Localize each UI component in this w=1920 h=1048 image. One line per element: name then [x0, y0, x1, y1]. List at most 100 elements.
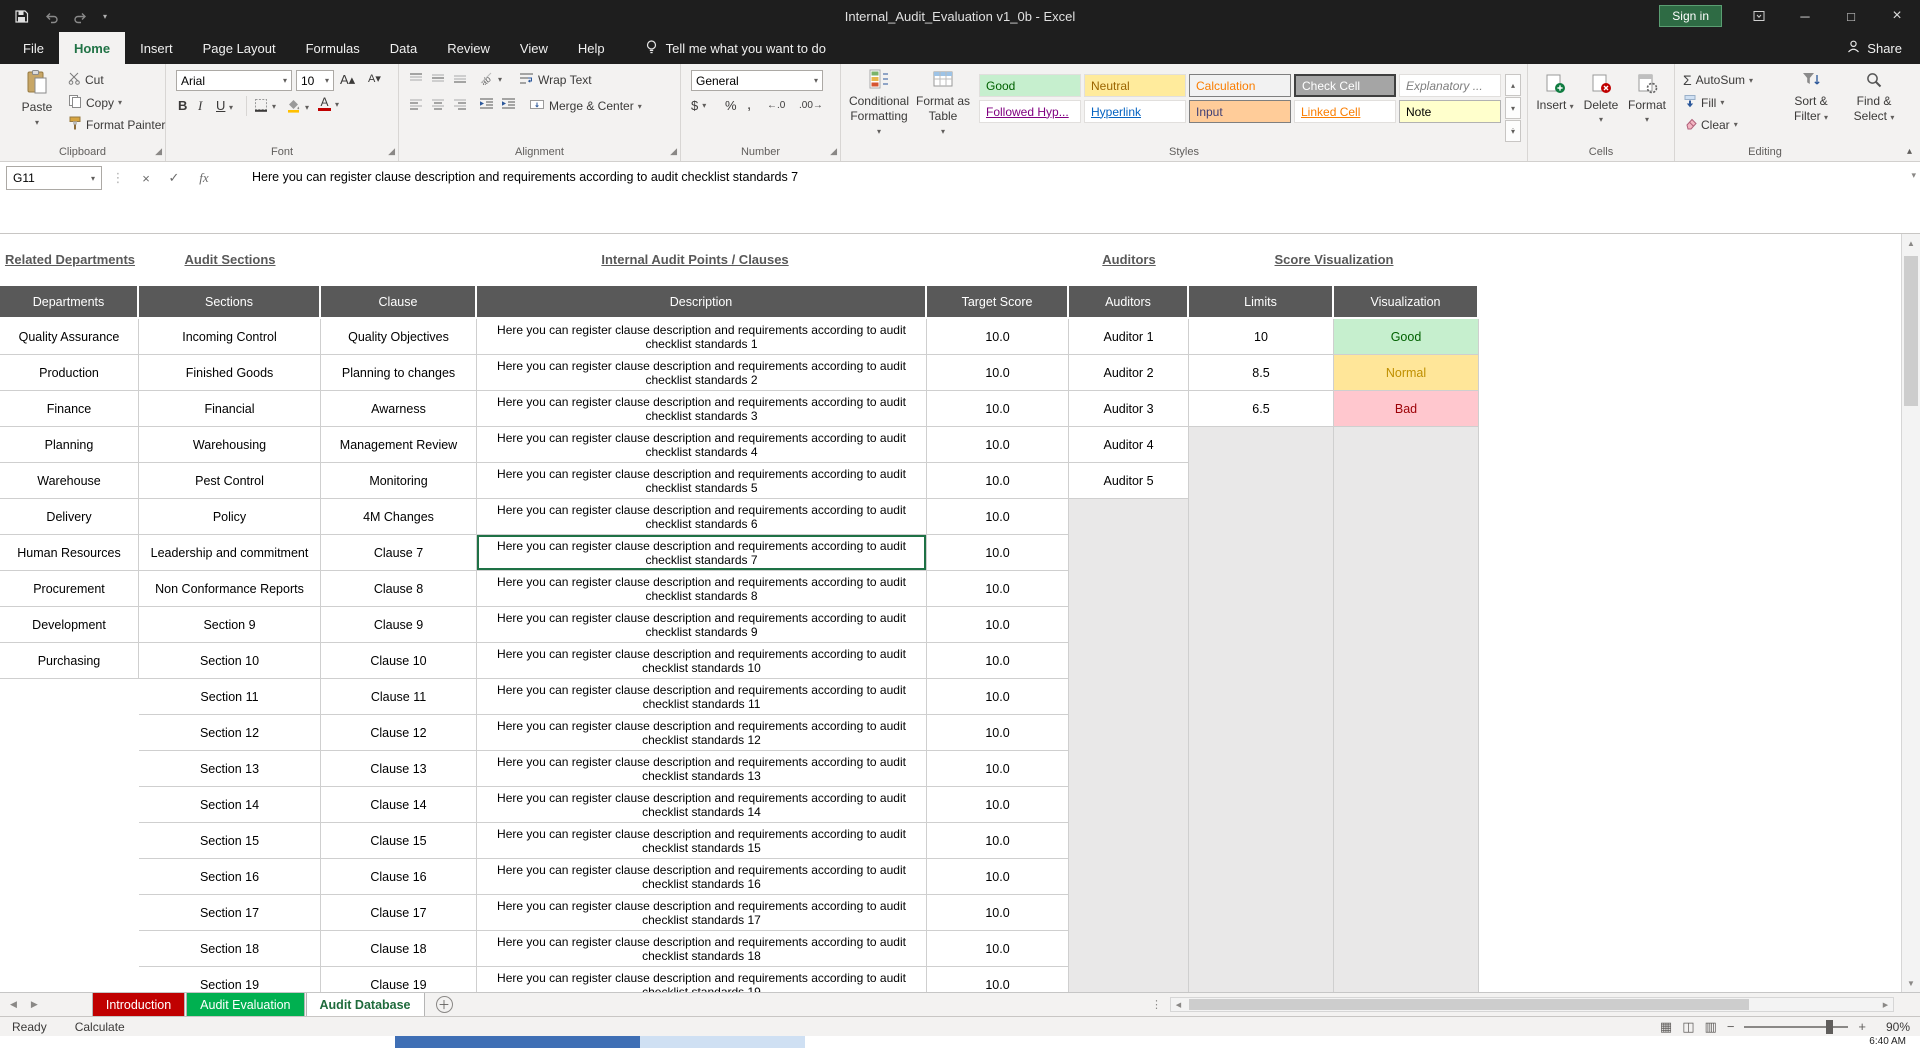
header-visualization[interactable]: Visualization [1334, 286, 1479, 319]
cell-style-swatch[interactable]: Note [1399, 100, 1501, 123]
target-score-cell[interactable]: 10.0 [927, 715, 1069, 751]
section-cell[interactable]: Section 9 [139, 607, 321, 643]
decrease-decimal-button[interactable]: .00→ [799, 100, 823, 111]
auditor-cell[interactable]: Auditor 1 [1069, 319, 1189, 355]
fill-button[interactable]: Fill ▾ [1683, 94, 1724, 111]
cell-style-swatch[interactable]: Explanatory ... [1399, 74, 1501, 97]
link-internal-audit-points[interactable]: Internal Audit Points / Clauses [601, 252, 788, 267]
section-cell[interactable]: Financial [139, 391, 321, 427]
sheet-tab[interactable]: Introduction [92, 993, 185, 1016]
auditor-cell[interactable]: Auditor 3 [1069, 391, 1189, 427]
share-button[interactable]: Share [1828, 32, 1920, 64]
gallery-scroll-up-icon[interactable]: ▴ [1505, 74, 1521, 96]
sheet-nav-right-icon[interactable]: ▶ [31, 999, 38, 1010]
description-cell[interactable]: Here you can register clause description… [477, 751, 927, 787]
clause-cell[interactable]: Management Review [321, 427, 477, 463]
header-auditors[interactable]: Auditors [1069, 286, 1189, 319]
section-cell[interactable]: Section 10 [139, 643, 321, 679]
section-cell[interactable]: Section 11 [139, 679, 321, 715]
visualization-cell[interactable]: Bad [1334, 391, 1479, 427]
view-normal-icon[interactable]: ▦ [1660, 1019, 1672, 1035]
align-center-icon[interactable] [431, 98, 445, 110]
section-cell[interactable]: Leadership and commitment [139, 535, 321, 571]
clause-cell[interactable]: Clause 10 [321, 643, 477, 679]
section-cell[interactable]: Section 18 [139, 931, 321, 967]
description-cell[interactable]: Here you can register clause description… [477, 967, 927, 992]
limit-cell[interactable]: 10 [1189, 319, 1334, 355]
zoom-in-icon[interactable]: + [1858, 1019, 1866, 1034]
sheet-tab[interactable]: Audit Evaluation [186, 993, 304, 1016]
tab-splitter-icon[interactable]: ⋮ [1151, 998, 1162, 1011]
name-box-splitter-icon[interactable]: ⋮ [106, 166, 130, 190]
number-format-dropdown-icon[interactable]: ▾ [814, 76, 818, 85]
borders-button[interactable]: ▾ [254, 98, 276, 115]
clause-cell[interactable]: Clause 14 [321, 787, 477, 823]
description-cell[interactable]: Here you can register clause description… [477, 571, 927, 607]
description-cell[interactable]: Here you can register clause description… [477, 643, 927, 679]
clause-cell[interactable]: Clause 16 [321, 859, 477, 895]
qat-customize-icon[interactable]: ▾ [103, 12, 107, 21]
maximize-button[interactable]: □ [1828, 0, 1874, 32]
scroll-right-icon[interactable]: ▶ [1878, 998, 1893, 1011]
target-score-cell[interactable]: 10.0 [927, 931, 1069, 967]
header-departments[interactable]: Departments [0, 286, 139, 319]
ribbon-display-options-icon[interactable] [1736, 0, 1782, 32]
clause-cell[interactable]: Clause 7 [321, 535, 477, 571]
autosum-dropdown-icon[interactable]: ▾ [1749, 76, 1753, 85]
fill-color-dropdown-icon[interactable]: ▾ [305, 103, 309, 112]
zoom-slider-thumb[interactable] [1826, 1020, 1833, 1034]
section-cell[interactable]: Section 19 [139, 967, 321, 992]
target-score-cell[interactable]: 10.0 [927, 427, 1069, 463]
cut-button[interactable]: Cut [68, 72, 104, 88]
horizontal-scrollbar[interactable]: ◀ ▶ [1170, 997, 1894, 1012]
insert-cells-button[interactable]: Insert ▾ [1534, 72, 1576, 113]
paste-dropdown-icon[interactable]: ▾ [35, 116, 39, 129]
ribbon-tab[interactable]: Page Layout [188, 32, 291, 64]
clause-cell[interactable]: Clause 13 [321, 751, 477, 787]
underline-button[interactable]: U [216, 98, 225, 113]
align-left-icon[interactable] [409, 98, 423, 110]
font-size-dropdown-icon[interactable]: ▾ [325, 76, 329, 85]
limit-cell[interactable]: 8.5 [1189, 355, 1334, 391]
department-cell[interactable]: Planning [0, 427, 139, 463]
target-score-cell[interactable]: 10.0 [927, 535, 1069, 571]
auditor-cell[interactable]: Auditor 2 [1069, 355, 1189, 391]
collapse-ribbon-icon[interactable]: ▴ [1907, 146, 1912, 157]
name-box-dropdown-icon[interactable]: ▾ [91, 174, 95, 183]
cell-style-swatch[interactable]: Good [979, 74, 1081, 97]
description-cell[interactable]: Here you can register clause description… [477, 535, 927, 571]
department-cell[interactable]: Quality Assurance [0, 319, 139, 355]
section-cell[interactable]: Pest Control [139, 463, 321, 499]
section-cell[interactable]: Finished Goods [139, 355, 321, 391]
ribbon-tab[interactable]: Help [563, 32, 620, 64]
header-target-score[interactable]: Target Score [927, 286, 1069, 319]
font-color-dropdown-icon[interactable]: ▾ [335, 100, 339, 109]
section-cell[interactable]: Section 14 [139, 787, 321, 823]
target-score-cell[interactable]: 10.0 [927, 967, 1069, 992]
find-select-dropdown-icon[interactable]: ▾ [1890, 113, 1894, 122]
status-calculate[interactable]: Calculate [75, 1020, 125, 1034]
description-cell[interactable]: Here you can register clause description… [477, 499, 927, 535]
formula-bar-expand-icon[interactable]: ▾ [1911, 170, 1916, 181]
borders-dropdown-icon[interactable]: ▾ [272, 102, 276, 111]
department-cell[interactable]: Procurement [0, 571, 139, 607]
save-icon[interactable] [14, 9, 29, 24]
department-cell[interactable]: Finance [0, 391, 139, 427]
ribbon-tab[interactable]: File [8, 32, 59, 64]
clear-dropdown-icon[interactable]: ▾ [1734, 120, 1738, 129]
section-cell[interactable]: Section 15 [139, 823, 321, 859]
autosum-button[interactable]: Σ AutoSum ▾ [1683, 72, 1753, 88]
taskbar-app-segment-light[interactable] [640, 1036, 805, 1048]
font-color-button[interactable]: A ▾ [318, 97, 339, 111]
department-cell[interactable]: Delivery [0, 499, 139, 535]
visualization-cell[interactable]: Good [1334, 319, 1479, 355]
target-score-cell[interactable]: 10.0 [927, 355, 1069, 391]
department-cell[interactable]: Purchasing [0, 643, 139, 679]
section-cell[interactable]: Incoming Control [139, 319, 321, 355]
zoom-level[interactable]: 90% [1876, 1020, 1910, 1034]
formula-input[interactable]: Here you can register clause description… [252, 170, 1890, 184]
auditor-cell[interactable]: Auditor 5 [1069, 463, 1189, 499]
target-score-cell[interactable]: 10.0 [927, 751, 1069, 787]
format-painter-button[interactable]: Format Painter [68, 116, 165, 133]
font-size-combo[interactable]: 10▾ [296, 70, 334, 91]
